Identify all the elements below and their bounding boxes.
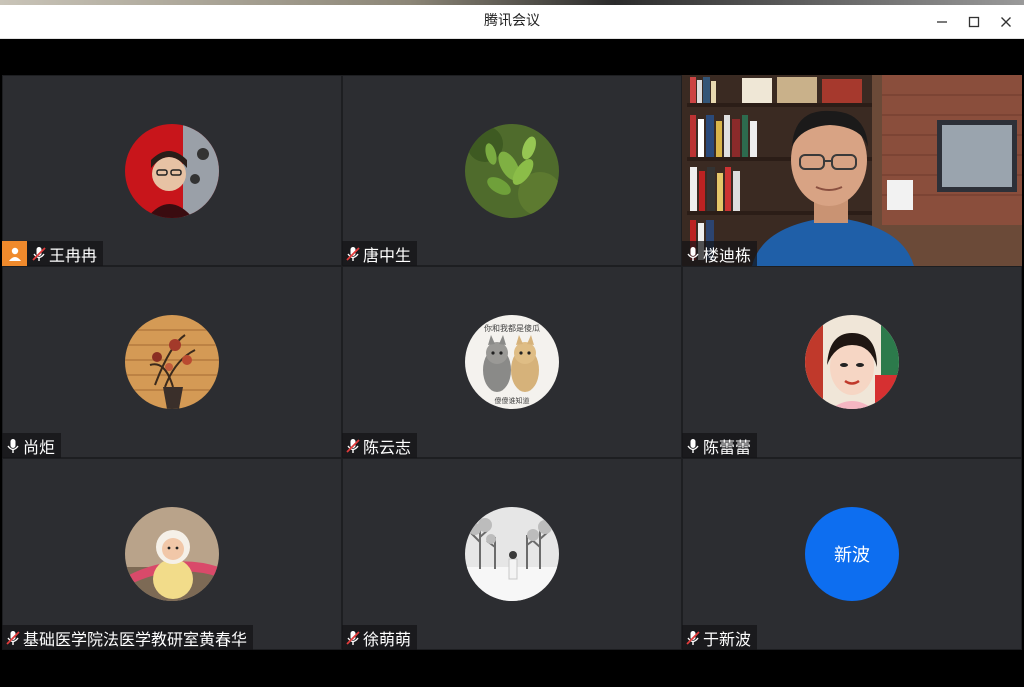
mic-on-icon <box>684 245 702 263</box>
participant-nametag: 王冉冉 <box>2 241 104 266</box>
top-black-bar <box>2 39 1022 75</box>
mic-muted-icon <box>344 437 362 455</box>
avatar <box>465 507 559 601</box>
maximize-icon <box>968 16 980 27</box>
participant-name: 王冉冉 <box>49 245 98 265</box>
mic-muted-icon <box>344 629 362 647</box>
bottom-black-bar <box>2 650 1022 687</box>
avatar <box>125 315 219 409</box>
participant-name: 楼迪栋 <box>703 245 752 265</box>
maximize-button[interactable] <box>957 5 991 38</box>
participant-nametag: 陈云志 <box>342 433 418 458</box>
participant-tile[interactable]: 唐中生 <box>342 75 682 266</box>
participant-tile[interactable]: 陈蕾蕾 <box>682 266 1022 458</box>
participant-nametag: 楼迪栋 <box>682 241 758 266</box>
avatar <box>465 123 559 218</box>
close-button[interactable] <box>989 5 1023 38</box>
avatar <box>805 315 899 409</box>
participant-tile[interactable]: 尚炬 <box>2 266 342 458</box>
participant-nametag: 尚炬 <box>2 433 62 458</box>
participant-nametag: 于新波 <box>682 625 758 650</box>
participant-nametag: 唐中生 <box>342 241 418 266</box>
participant-tile[interactable]: 新波 于新波 <box>682 458 1022 650</box>
participant-name: 陈云志 <box>363 437 412 457</box>
mic-muted-icon <box>4 629 22 647</box>
mic-on-icon <box>684 437 702 455</box>
avatar-initials: 新波 <box>805 507 899 601</box>
participant-tile[interactable]: 你和我都是傻瓜 傻傻谁知道 陈云志 <box>342 266 682 458</box>
mic-on-icon <box>4 437 22 455</box>
mic-muted-icon <box>344 245 362 263</box>
minimize-icon <box>937 20 947 23</box>
avatar-caption-top: 你和我都是傻瓜 <box>484 323 540 333</box>
meeting-window: 腾讯会议 王冉冉 唐中生 楼迪栋 尚炬 你和我都是傻瓜 傻傻谁知道 陈云志 陈蕾… <box>0 0 1024 687</box>
participant-nametag: 基础医学院法医学教研室黄春华 <box>2 625 254 650</box>
mic-muted-icon <box>684 629 702 647</box>
participant-name: 唐中生 <box>363 245 412 265</box>
participant-name: 徐萌萌 <box>363 629 412 649</box>
minimize-button[interactable] <box>925 5 959 38</box>
participant-grid: 王冉冉 唐中生 楼迪栋 尚炬 你和我都是傻瓜 傻傻谁知道 陈云志 陈蕾蕾 基础医… <box>2 75 1022 650</box>
participant-name: 于新波 <box>703 629 752 649</box>
host-icon <box>2 241 27 266</box>
avatar <box>125 507 219 601</box>
participant-tile-video[interactable]: 楼迪栋 <box>682 75 1022 266</box>
participant-name: 陈蕾蕾 <box>703 437 752 457</box>
participant-nametag: 徐萌萌 <box>342 625 418 650</box>
participant-tile[interactable]: 基础医学院法医学教研室黄春华 <box>2 458 342 650</box>
avatar <box>125 123 219 218</box>
close-icon <box>1001 16 1011 27</box>
participant-tile[interactable]: 王冉冉 <box>2 75 342 266</box>
window-title: 腾讯会议 <box>484 13 540 29</box>
avatar-caption-bottom: 傻傻谁知道 <box>495 396 530 405</box>
title-bar[interactable]: 腾讯会议 <box>0 5 1024 39</box>
participant-tile[interactable]: 徐萌萌 <box>342 458 682 650</box>
participant-name: 基础医学院法医学教研室黄春华 <box>23 629 248 649</box>
camera-video-feed <box>682 75 1022 266</box>
mic-muted-icon <box>30 245 48 263</box>
participant-name: 尚炬 <box>23 437 56 457</box>
participant-nametag: 陈蕾蕾 <box>682 433 758 458</box>
avatar: 你和我都是傻瓜 傻傻谁知道 <box>465 315 559 409</box>
